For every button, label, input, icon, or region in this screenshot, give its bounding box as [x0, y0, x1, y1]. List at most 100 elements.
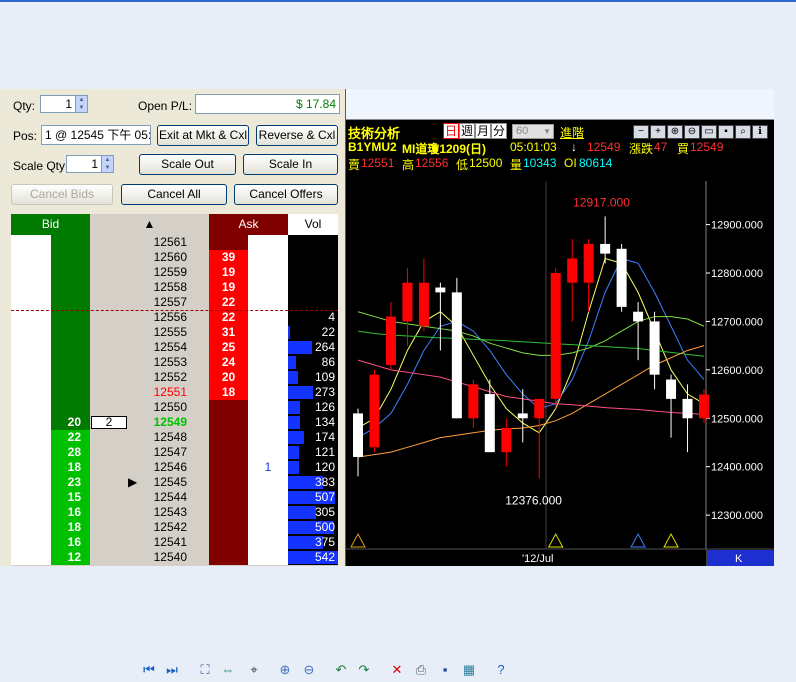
ask-order-cell[interactable] — [248, 415, 288, 430]
ladder-row[interactable]: 12553 24 86 — [11, 355, 338, 370]
ladder-row[interactable]: 16 12543 305 — [11, 505, 338, 520]
ladder-row[interactable]: 15 12544 507 — [11, 490, 338, 505]
bid-size-cell[interactable] — [51, 355, 90, 370]
bid-order-cell[interactable] — [11, 475, 51, 490]
scale-qty-spinner[interactable]: ▲ ▼ — [101, 155, 114, 173]
working-bid-cell[interactable] — [90, 355, 128, 370]
ask-order-cell[interactable] — [248, 340, 288, 355]
bid-size-cell[interactable] — [51, 325, 90, 340]
bid-size-cell[interactable] — [51, 295, 90, 310]
working-bid-cell[interactable] — [90, 235, 128, 250]
working-bid-cell[interactable] — [90, 400, 128, 415]
ask-order-cell[interactable] — [248, 400, 288, 415]
zoom-in-icon[interactable]: ⊕ — [277, 662, 293, 678]
bid-order-cell[interactable] — [11, 340, 51, 355]
bid-order-cell[interactable] — [11, 310, 51, 325]
bid-order-cell[interactable] — [11, 505, 51, 520]
working-bid-cell[interactable] — [90, 370, 128, 385]
bid-order-cell[interactable] — [11, 250, 51, 265]
ask-order-cell[interactable] — [248, 430, 288, 445]
bid-order-cell[interactable] — [11, 280, 51, 295]
ask-order-cell[interactable] — [248, 535, 288, 550]
scale-in-button[interactable]: Scale In — [243, 154, 338, 175]
ladder-row[interactable]: 20 2 12549 134 — [11, 415, 338, 430]
ladder-row[interactable]: 12556 22 4 — [11, 310, 338, 325]
bid-order-cell[interactable] — [11, 415, 51, 430]
ladder-row[interactable]: 12560 39 — [11, 250, 338, 265]
working-bid-cell[interactable] — [90, 550, 128, 565]
ladder-row[interactable]: 23 ▶ 12545 383 — [11, 475, 338, 490]
ask-order-cell[interactable] — [248, 370, 288, 385]
close-icon[interactable]: ✕ — [389, 662, 405, 678]
bid-order-cell[interactable] — [11, 490, 51, 505]
ask-order-cell[interactable] — [248, 505, 288, 520]
working-bid-cell[interactable] — [90, 325, 128, 340]
ladder-row[interactable]: 12555 31 22 — [11, 325, 338, 340]
save-icon[interactable]: ▪ — [437, 662, 453, 678]
ask-size-cell[interactable] — [209, 460, 248, 475]
bid-order-cell[interactable] — [11, 355, 51, 370]
cancel-offers-button[interactable]: Cancel Offers — [234, 184, 338, 205]
ladder-row[interactable]: 12561 — [11, 235, 338, 250]
ask-size-cell[interactable] — [209, 400, 248, 415]
bid-size-cell[interactable]: 20 — [51, 415, 90, 430]
ask-order-cell[interactable] — [248, 280, 288, 295]
print-icon[interactable]: ⎙ — [413, 662, 429, 678]
spin-up-icon[interactable]: ▲ — [76, 96, 87, 104]
ladder-row[interactable]: 12 12540 542 — [11, 550, 338, 565]
cursor-icon[interactable]: ⌖ — [246, 662, 262, 678]
ladder-row[interactable]: 12557 22 — [11, 295, 338, 310]
bid-size-cell[interactable]: 18 — [51, 460, 90, 475]
bid-column-header[interactable]: Bid — [11, 214, 90, 235]
ladder-row[interactable]: 12550 126 — [11, 400, 338, 415]
ladder-row[interactable]: 12554 25 264 — [11, 340, 338, 355]
bid-size-cell[interactable] — [51, 370, 90, 385]
help-icon[interactable]: ? — [493, 662, 509, 678]
reverse-button[interactable]: Reverse & Cxl — [256, 125, 338, 146]
working-bid-cell[interactable] — [90, 490, 128, 505]
ask-size-cell[interactable] — [209, 430, 248, 445]
bid-size-cell[interactable]: 16 — [51, 535, 90, 550]
ask-size-cell[interactable]: 25 — [209, 340, 248, 355]
working-bid-cell[interactable] — [90, 430, 128, 445]
working-bid-cell[interactable] — [90, 340, 128, 355]
ask-order-cell[interactable] — [248, 295, 288, 310]
bid-size-cell[interactable] — [51, 385, 90, 400]
bid-size-cell[interactable]: 12 — [51, 550, 90, 565]
rotate-left-icon[interactable]: ↶ — [333, 662, 349, 678]
bid-order-cell[interactable] — [11, 550, 51, 565]
ladder-row[interactable]: 28 12547 121 — [11, 445, 338, 460]
working-bid-cell[interactable] — [90, 280, 128, 295]
export-icon[interactable]: ▦ — [461, 662, 477, 678]
bid-size-cell[interactable]: 15 — [51, 490, 90, 505]
ask-size-cell[interactable] — [209, 550, 248, 565]
qty-input[interactable]: 1 — [40, 95, 76, 113]
ask-order-cell[interactable] — [248, 385, 288, 400]
spin-up-icon[interactable]: ▲ — [102, 156, 113, 164]
bid-order-cell[interactable] — [11, 295, 51, 310]
ask-size-cell[interactable] — [209, 445, 248, 460]
ask-size-cell[interactable]: 22 — [209, 310, 248, 325]
ask-order-cell[interactable] — [248, 520, 288, 535]
bid-order-cell[interactable] — [11, 385, 51, 400]
bid-order-cell[interactable] — [11, 265, 51, 280]
bid-size-cell[interactable]: 28 — [51, 445, 90, 460]
nav-next-icon[interactable]: ⏭ — [164, 662, 180, 678]
working-bid-cell[interactable] — [90, 295, 128, 310]
ask-order-cell[interactable] — [248, 475, 288, 490]
bid-order-cell[interactable] — [11, 235, 51, 250]
bid-size-cell[interactable] — [51, 280, 90, 295]
ask-size-cell[interactable] — [209, 520, 248, 535]
bid-order-cell[interactable] — [11, 430, 51, 445]
ask-order-cell[interactable] — [248, 490, 288, 505]
ask-size-cell[interactable] — [209, 505, 248, 520]
candlestick-chart[interactable]: 12900.000 12800.000 12700.000 12600.000 1250… — [346, 89, 774, 566]
ask-size-cell[interactable]: 22 — [209, 295, 248, 310]
qty-spinner[interactable]: ▲ ▼ — [75, 95, 88, 113]
cancel-all-button[interactable]: Cancel All — [121, 184, 227, 205]
working-bid-cell[interactable] — [90, 460, 128, 475]
bid-size-cell[interactable] — [51, 400, 90, 415]
ask-size-cell[interactable]: 20 — [209, 370, 248, 385]
scale-qty-input[interactable]: 1 — [66, 155, 102, 173]
ask-size-cell[interactable]: 19 — [209, 265, 248, 280]
